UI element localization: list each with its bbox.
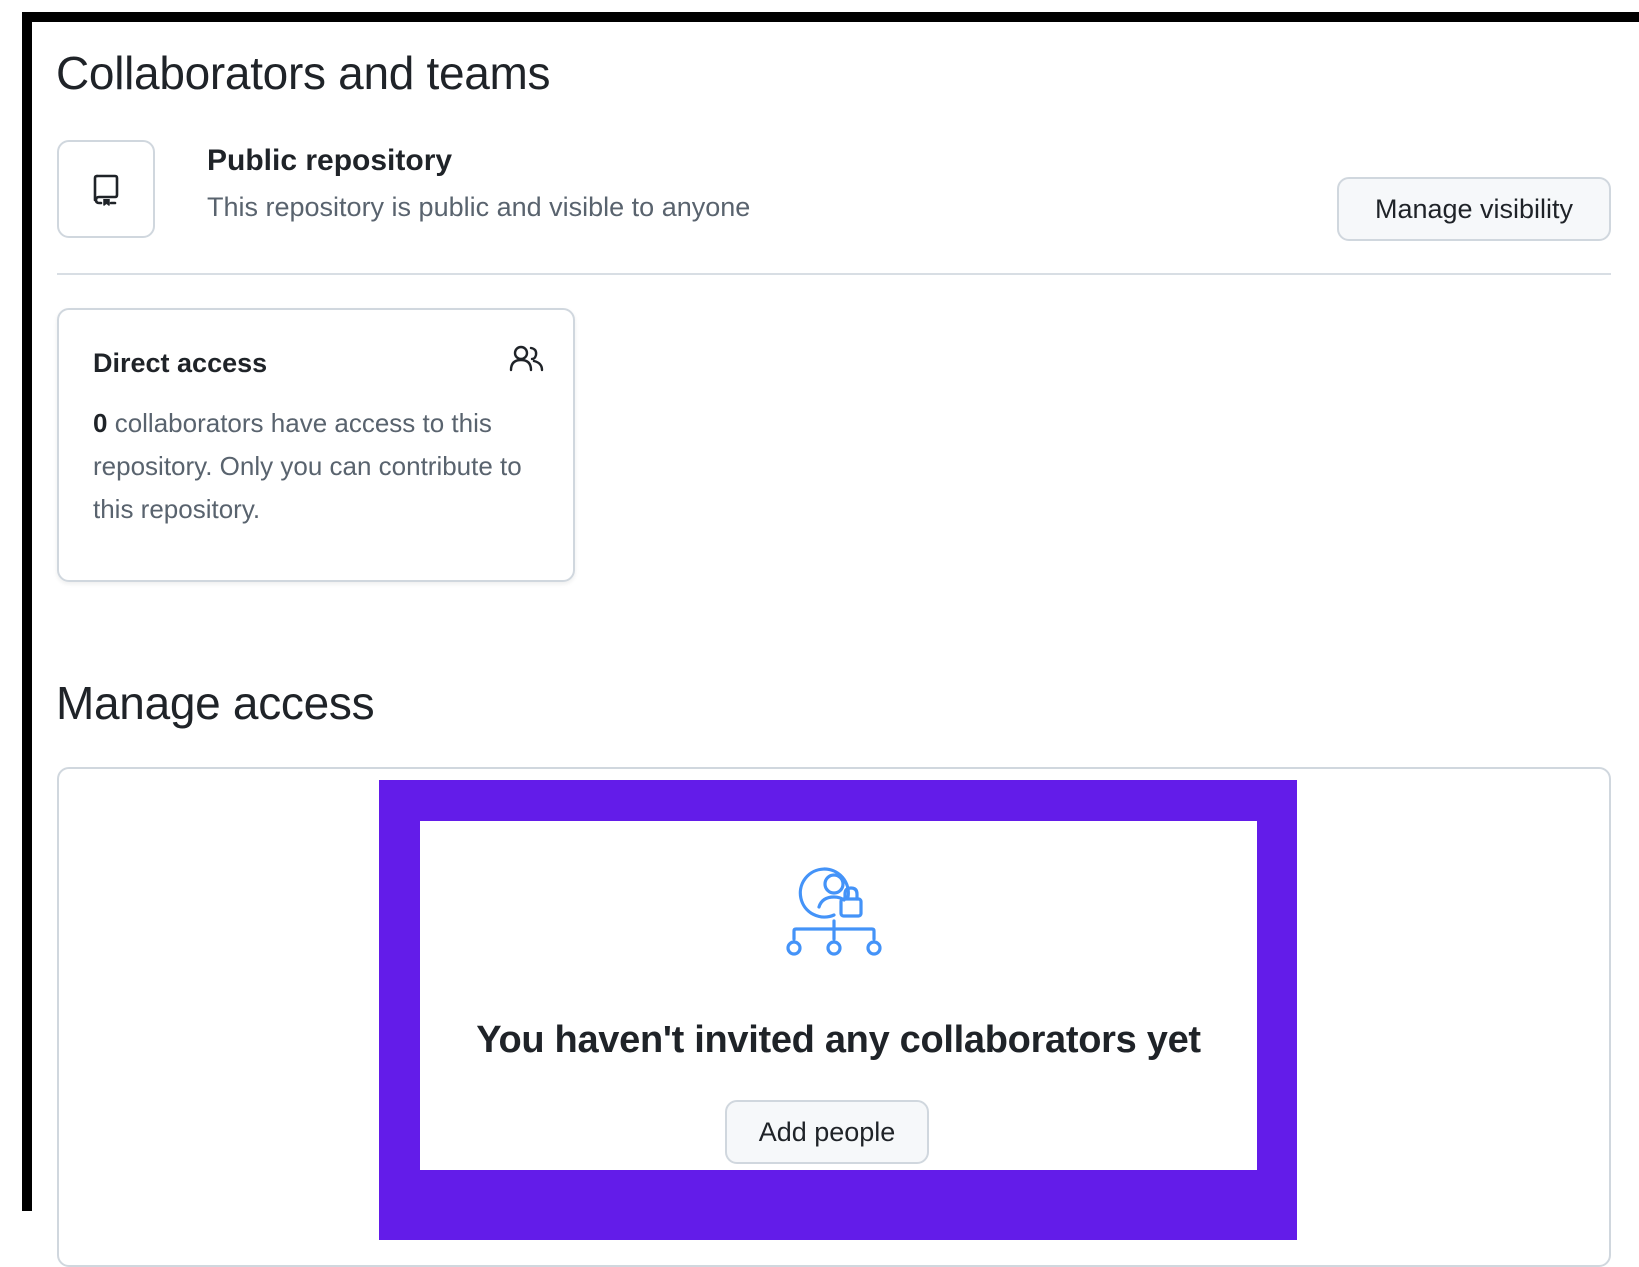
people-icon <box>509 345 544 372</box>
manage-access-title: Manage access <box>56 677 375 729</box>
repo-icon-box <box>57 140 155 238</box>
empty-state-panel: You haven't invited any collaborators ye… <box>420 821 1257 1170</box>
person-lock-tree-icon <box>786 867 882 956</box>
empty-state-heading: You haven't invited any collaborators ye… <box>476 1019 1201 1061</box>
direct-access-text: 0 collaborators have access to this repo… <box>93 402 533 531</box>
screenshot-frame-top <box>22 12 1639 22</box>
section-divider <box>57 273 1611 275</box>
settings-content: Collaborators and teams Public repositor… <box>32 22 1639 1267</box>
collaborator-count: 0 <box>93 408 108 438</box>
screenshot-frame-left <box>22 12 32 1211</box>
repo-icon <box>93 174 119 206</box>
add-people-button[interactable]: Add people <box>725 1100 929 1164</box>
collaborators-title: Collaborators and teams <box>56 47 551 99</box>
visibility-description: This repository is public and visible to… <box>207 192 751 222</box>
direct-access-card: Direct access 0 collaborators have acces… <box>57 308 575 582</box>
manage-visibility-button[interactable]: Manage visibility <box>1337 177 1611 241</box>
direct-access-title: Direct access <box>93 348 268 378</box>
visibility-title: Public repository <box>207 144 453 177</box>
direct-access-description: collaborators have access to this reposi… <box>93 408 522 524</box>
